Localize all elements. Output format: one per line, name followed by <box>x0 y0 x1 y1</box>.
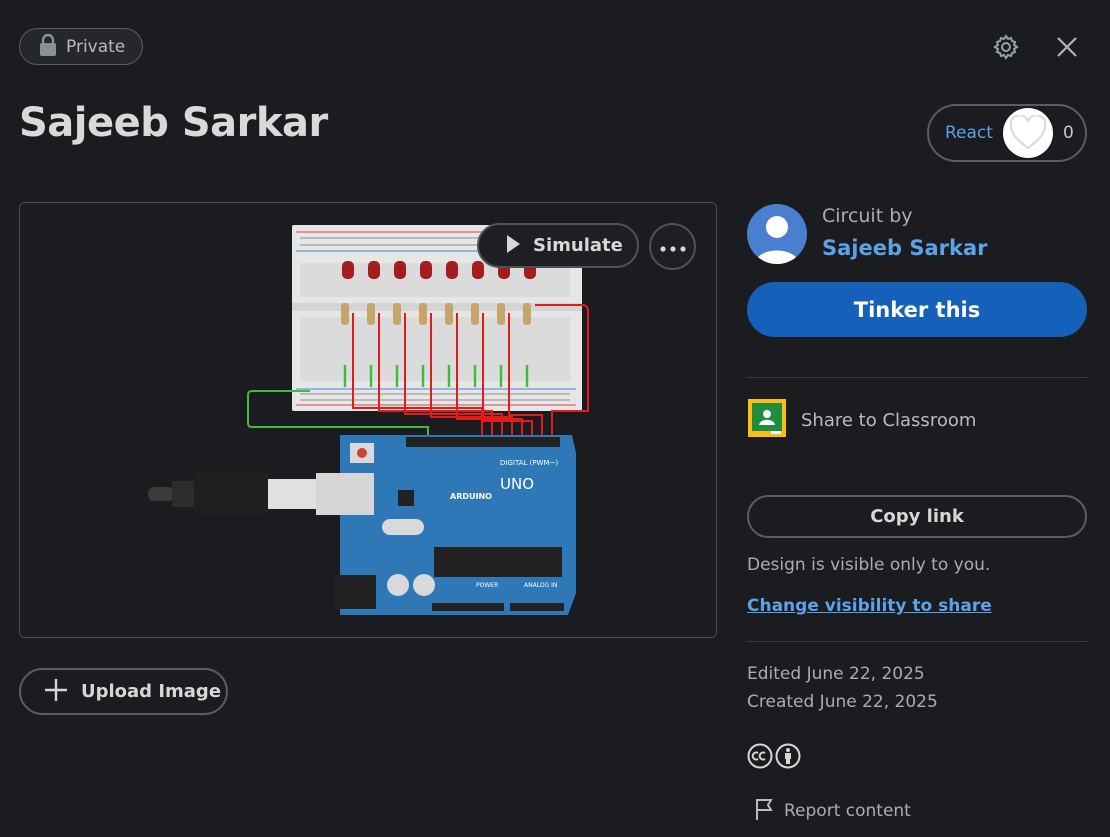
divider <box>747 641 1087 642</box>
share-to-classroom-label: Share to Classroom <box>801 409 977 431</box>
simulate-button[interactable]: Simulate <box>477 223 639 268</box>
visibility-label: Private <box>66 36 126 57</box>
circuit-by-label: Circuit by <box>822 205 913 227</box>
share-to-classroom-button[interactable]: Share to Classroom <box>747 398 976 442</box>
edited-date: Edited June 22, 2025 <box>747 664 925 684</box>
simulate-label: Simulate <box>533 235 623 256</box>
power-header-label: POWER <box>476 582 498 589</box>
visibility-note: Design is visible only to you. <box>747 555 991 575</box>
change-visibility-link[interactable]: Change visibility to share <box>747 596 992 616</box>
avatar[interactable] <box>747 204 807 264</box>
react-button[interactable]: React 0 <box>927 104 1087 162</box>
upload-image-label: Upload Image <box>81 681 222 702</box>
tinker-this-button[interactable]: Tinker this <box>747 282 1087 337</box>
creative-commons-icon <box>747 743 773 773</box>
digital-header-label: DIGITAL (PWM~) <box>500 459 558 467</box>
user-avatar-icon <box>755 216 799 264</box>
license-badge[interactable] <box>747 743 801 773</box>
visibility-badge[interactable]: Private <box>19 28 143 65</box>
author-link[interactable]: Sajeeb Sarkar <box>822 236 987 260</box>
settings-gear-icon[interactable] <box>990 31 1022 63</box>
analog-header-label: ANALOG IN <box>524 582 557 589</box>
google-classroom-icon <box>747 398 787 442</box>
report-content-label: Report content <box>784 801 911 821</box>
upload-image-button[interactable]: Upload Image <box>19 668 228 715</box>
board-model: UNO <box>500 475 534 493</box>
board-brand: ARDUINO <box>450 492 492 501</box>
created-date: Created June 22, 2025 <box>747 692 938 712</box>
play-icon <box>505 234 521 258</box>
page-title: Sajeeb Sarkar <box>19 100 328 146</box>
divider <box>747 377 1087 378</box>
copy-link-label: Copy link <box>870 506 964 527</box>
more-horizontal-icon <box>659 237 686 256</box>
attribution-icon <box>775 743 801 773</box>
react-label: React <box>945 123 993 143</box>
more-options-button[interactable] <box>649 223 696 270</box>
heart-icon <box>1002 108 1053 158</box>
report-content-link[interactable]: Report content <box>754 797 911 825</box>
react-count: 0 <box>1062 123 1074 143</box>
plus-icon <box>43 677 69 707</box>
lock-icon <box>38 33 58 61</box>
tinker-this-label: Tinker this <box>853 297 981 322</box>
close-icon[interactable] <box>1052 32 1082 62</box>
flag-icon <box>754 797 776 825</box>
copy-link-button[interactable]: Copy link <box>747 495 1087 538</box>
circuit-diagram: DIGITAL (PWM~) ARDUINO UNO POWER ANALOG … <box>148 225 589 615</box>
